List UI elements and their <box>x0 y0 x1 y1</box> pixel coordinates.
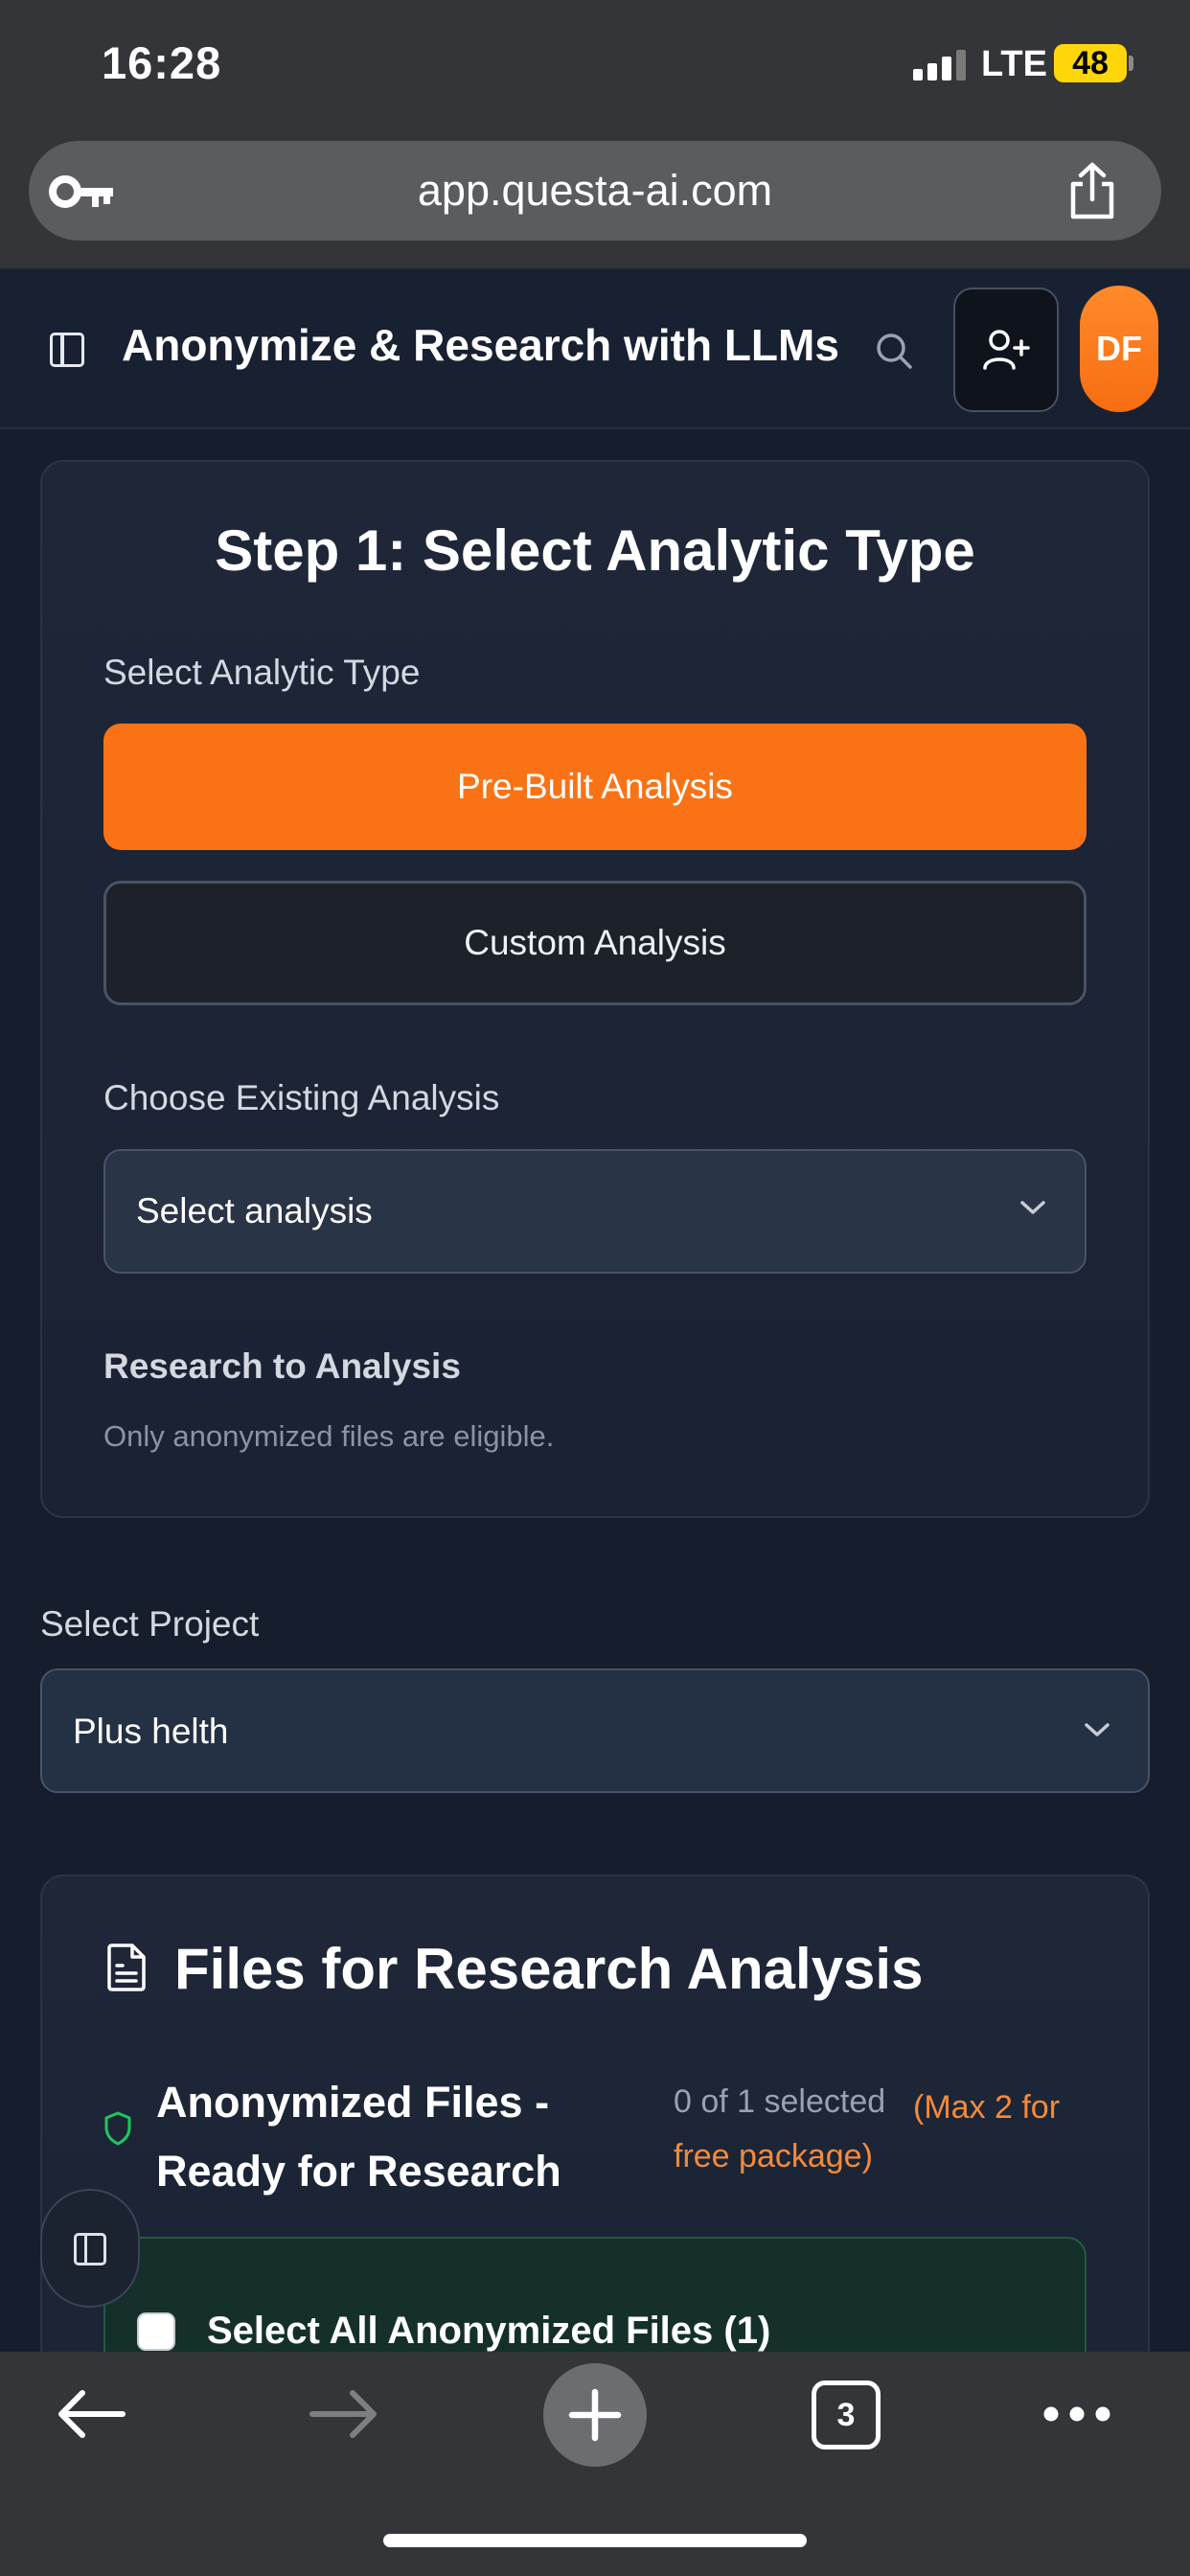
existing-analysis-value[interactable]: Select analysis <box>136 1191 373 1231</box>
user-plus-icon <box>983 330 1030 370</box>
signal-icon <box>913 50 967 80</box>
step1-title: Step 1: Select Analytic Type <box>215 518 975 583</box>
key-icon[interactable] <box>48 172 115 211</box>
back-arrow-icon[interactable] <box>56 2390 126 2438</box>
shield-icon <box>104 2111 131 2146</box>
select-all-checkbox[interactable] <box>137 2312 175 2351</box>
research-analysis-label: Research to Analysis <box>103 1346 461 1386</box>
forward-arrow-icon[interactable] <box>309 2390 379 2438</box>
page-title: Anonymize & Research with LLMs <box>122 320 839 370</box>
analytic-type-label: Select Analytic Type <box>103 653 421 692</box>
plus-icon[interactable] <box>568 2388 622 2442</box>
tabs-button[interactable]: 3 <box>812 2380 881 2450</box>
address-bar-url[interactable]: app.questa-ai.com <box>0 141 1190 241</box>
avatar[interactable]: DF <box>1080 286 1158 412</box>
home-indicator <box>383 2534 807 2547</box>
select-all-label[interactable]: Select All Anonymized Files (1) <box>207 2310 770 2353</box>
existing-analysis-label: Choose Existing Analysis <box>103 1078 500 1117</box>
files-section-title: Files for Research Analysis <box>174 1937 924 2001</box>
chevron-down-icon[interactable] <box>1018 1198 1047 1217</box>
share-icon[interactable] <box>1065 161 1119 220</box>
battery-tip <box>1129 56 1133 71</box>
research-helper-text: Only anonymized files are eligible. <box>103 1419 555 1453</box>
custom-analysis-button[interactable]: Custom Analysis <box>103 881 1087 1005</box>
prebuilt-analysis-button[interactable]: Pre-Built Analysis <box>103 724 1087 850</box>
search-icon[interactable] <box>875 332 913 370</box>
max-files-note: (Max 2 for free package) <box>674 2089 1061 2174</box>
more-icon[interactable] <box>1042 2405 1111 2423</box>
chevron-down-icon[interactable] <box>1083 1720 1111 1739</box>
network-label: LTE <box>981 44 1047 84</box>
document-icon <box>107 1944 146 1991</box>
status-time: 16:28 <box>102 37 222 88</box>
sidebar-toggle-icon[interactable] <box>50 333 84 367</box>
anonymized-files-title: Anonymized Files - Ready for Research <box>156 2078 561 2196</box>
project-label: Select Project <box>40 1604 260 1644</box>
project-select-value[interactable]: Plus helth <box>73 1712 229 1752</box>
battery-indicator: 48 <box>1054 44 1127 82</box>
sidebar-toggle-icon[interactable] <box>74 2233 106 2266</box>
